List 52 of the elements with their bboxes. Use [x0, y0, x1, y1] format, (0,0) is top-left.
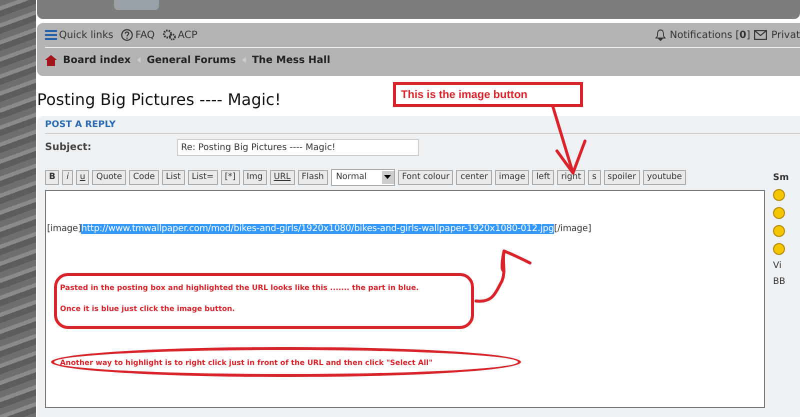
subject-label: Subject:	[45, 142, 92, 153]
toolbar-button[interactable]: Code	[129, 170, 159, 184]
toolbar-button[interactable]: image	[494, 170, 530, 184]
breadcrumb-link[interactable]: General Forums	[146, 54, 236, 66]
page-title: Posting Big Pictures ---- Magic!	[37, 90, 282, 109]
home-icon[interactable]	[45, 54, 57, 66]
help-icon[interactable]	[121, 29, 134, 41]
dropdown-caret-icon	[384, 175, 392, 179]
toolbar-button[interactable]: URL	[270, 170, 295, 184]
toolbar-button[interactable]: List=	[188, 170, 218, 184]
message-textarea[interactable]	[45, 190, 765, 408]
smiley-icon[interactable]	[773, 243, 785, 255]
toolbar-button[interactable]: u	[76, 170, 90, 184]
smiley-icon[interactable]	[773, 189, 785, 201]
toolbar-button[interactable]: i	[62, 170, 73, 184]
toolbar-button[interactable]: youtube	[643, 170, 686, 184]
bell-icon[interactable]	[654, 29, 666, 41]
toolbar-button[interactable]: B	[45, 170, 60, 184]
panel-heading: POST A REPLY	[45, 120, 800, 134]
gears-icon[interactable]	[162, 29, 176, 41]
annotation-callout: This is the image button	[393, 82, 583, 107]
private-messages-link[interactable]: Privat	[771, 30, 800, 40]
toolbar-button[interactable]: Flash	[298, 170, 328, 184]
toolbar-button[interactable]: left	[532, 170, 554, 184]
toolbar-button[interactable]: Font colour	[398, 170, 454, 184]
smiley-icon[interactable]	[773, 207, 785, 219]
message-text: [image]http://www.tmwallpaper.com/mod/bikes-and-girls/1920x1080/bikes-and-girls-wallpaper-1920x1080-012.jpg[/image]	[47, 224, 592, 234]
toolbar-button[interactable]: right	[557, 170, 586, 184]
sidebar-heading: Sm	[773, 173, 789, 183]
nav-link[interactable]: Quick links	[59, 30, 114, 40]
toolbar-button[interactable]: List	[162, 170, 185, 184]
toolbar-button[interactable]: center	[456, 170, 492, 184]
logo-placeholder	[114, 0, 159, 10]
nav-link[interactable]: FAQ	[135, 30, 155, 40]
breadcrumb-link[interactable]: Board index	[63, 54, 131, 66]
breadcrumb-link[interactable]: The Mess Hall	[252, 54, 330, 66]
toolbar-button[interactable]: spoiler	[604, 170, 640, 184]
sidebar-link[interactable]: Vi	[773, 261, 782, 271]
subject-field[interactable]: Re: Posting Big Pictures ---- Magic!	[177, 139, 419, 156]
sidebar-text: BB	[773, 277, 786, 287]
chevron-icon	[136, 57, 141, 63]
notifications-link[interactable]: Notifications [0]	[670, 30, 750, 40]
toolbar-button[interactable]: [*]	[220, 170, 240, 184]
toolbar-button[interactable]: s	[588, 170, 601, 184]
toolbar-button[interactable]: Img	[242, 170, 267, 184]
nav-link[interactable]: ACP	[178, 30, 198, 40]
toolbar-button[interactable]: Quote	[92, 170, 126, 184]
font-size-select[interactable]: Normal	[330, 168, 395, 186]
smiley-icon[interactable]	[773, 225, 785, 237]
menu-icon[interactable]	[45, 30, 57, 40]
envelope-icon[interactable]	[754, 30, 768, 40]
chevron-icon	[242, 57, 246, 63]
